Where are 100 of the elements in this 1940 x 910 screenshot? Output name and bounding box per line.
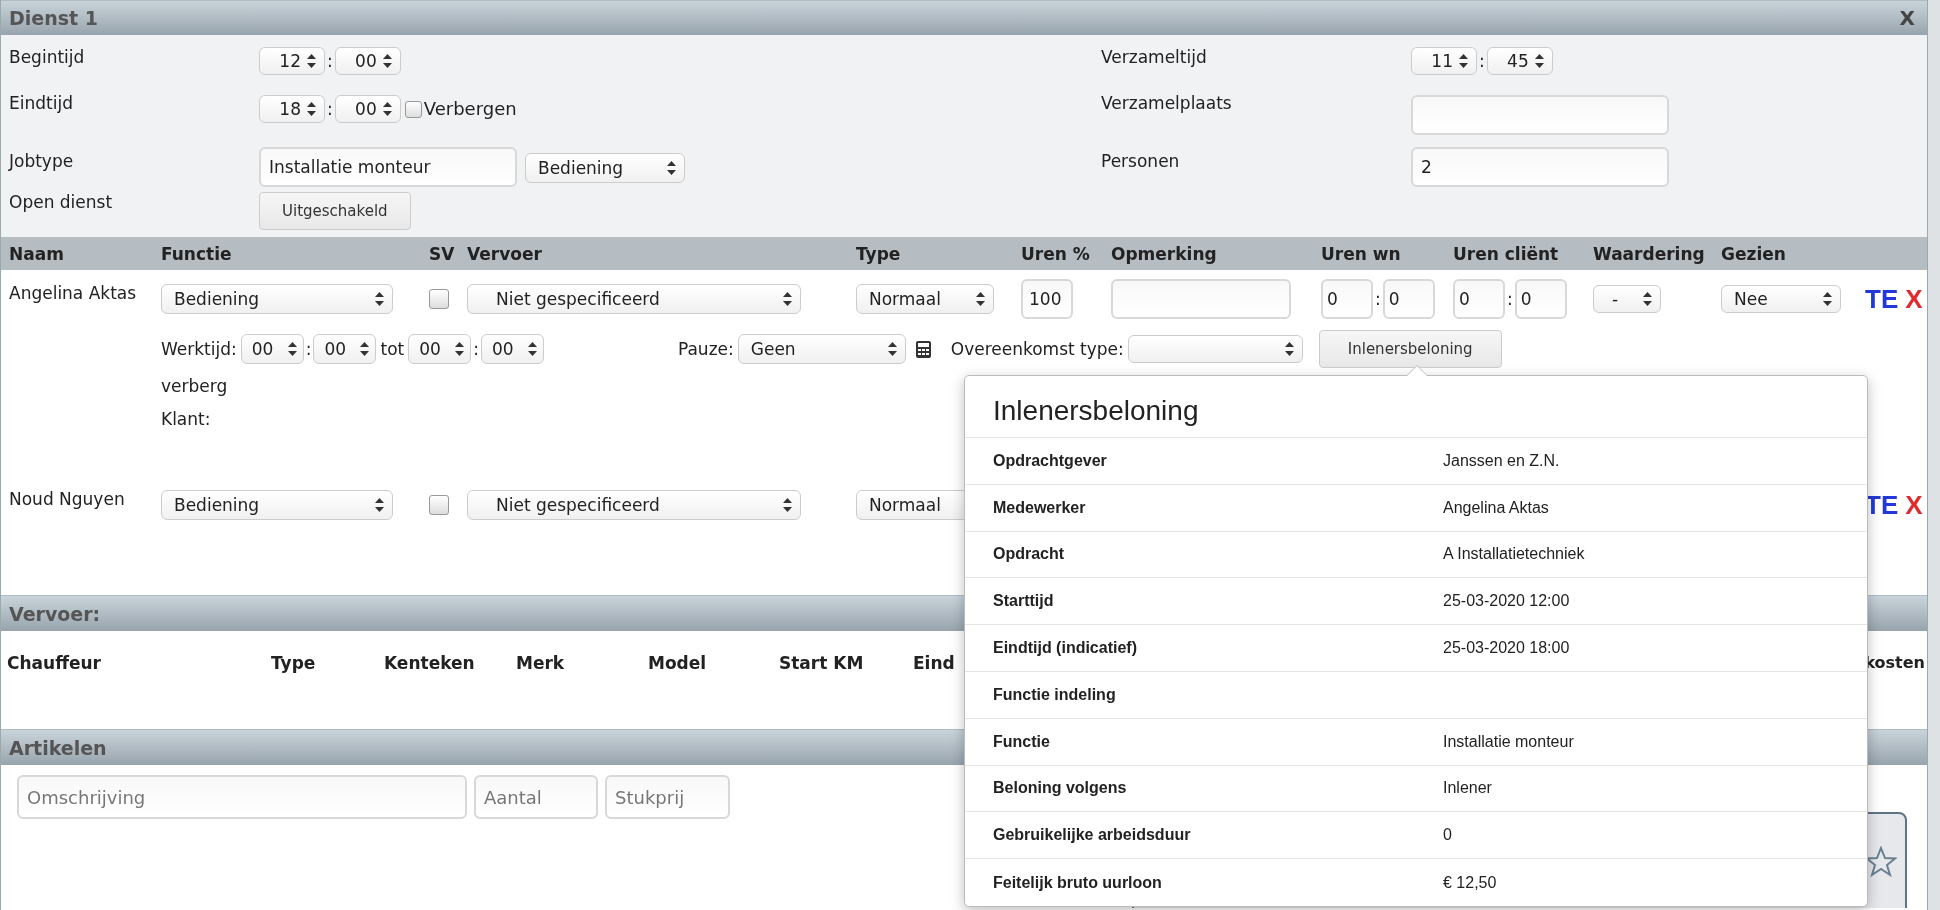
select-field[interactable]: 00 bbox=[313, 334, 377, 364]
field-label: tot bbox=[380, 339, 405, 359]
delete-button[interactable]: X bbox=[1905, 284, 1923, 314]
caret-icon bbox=[375, 498, 384, 512]
select-field[interactable]: 00 bbox=[480, 334, 544, 364]
select-field[interactable]: 00 bbox=[334, 47, 401, 75]
window-title: Dienst 1 bbox=[9, 7, 98, 29]
section-title: Artikelen bbox=[9, 736, 107, 759]
column-header: Waardering bbox=[1593, 243, 1706, 264]
checkbox[interactable] bbox=[429, 289, 449, 309]
input-field[interactable]: 0 bbox=[1514, 279, 1567, 319]
input-field[interactable]: Aantal bbox=[474, 775, 598, 819]
select-field[interactable]: Geen bbox=[737, 334, 906, 364]
delete-button[interactable]: X bbox=[1905, 490, 1923, 520]
info-value: 25-03-2020 18:00 bbox=[1443, 639, 1571, 658]
info-label: Feitelijk bruto uurloon bbox=[993, 873, 1163, 892]
input-field[interactable]: 0 bbox=[1321, 279, 1373, 319]
field-label: Jobtype bbox=[9, 150, 75, 173]
caret-icon bbox=[287, 342, 297, 356]
info-label: Beloning volgens bbox=[993, 779, 1128, 798]
agreement-button[interactable]: Inlenersbeloning bbox=[1318, 330, 1502, 368]
checkbox[interactable] bbox=[404, 101, 422, 118]
field-label: Eindtijd bbox=[9, 92, 74, 115]
toggle-button[interactable]: Uitgeschakeld bbox=[259, 192, 411, 230]
caret-icon bbox=[527, 342, 537, 356]
te-button[interactable]: TE bbox=[1865, 284, 1899, 314]
column-header: Start KM bbox=[779, 653, 865, 675]
popover-title: Inlenersbeloning bbox=[965, 376, 1867, 438]
info-label: Medewerker bbox=[993, 498, 1087, 517]
te-button[interactable]: TE bbox=[1865, 490, 1899, 520]
select-field[interactable]: 18 bbox=[259, 95, 325, 123]
input-field[interactable]: 2 bbox=[1411, 147, 1669, 187]
employee-name: Noud Nguyen bbox=[9, 488, 126, 511]
info-value: € 12,50 bbox=[1443, 873, 1498, 892]
input-field[interactable] bbox=[1111, 279, 1291, 319]
caret-icon bbox=[1823, 292, 1832, 306]
input-field[interactable]: Omschrijving bbox=[17, 775, 467, 819]
field-label: verberg bbox=[161, 375, 228, 398]
column-header: Type bbox=[856, 243, 902, 264]
caret-icon bbox=[360, 342, 370, 356]
select-field[interactable]: Bediening bbox=[525, 153, 685, 183]
column-header: Uren % bbox=[1021, 243, 1091, 264]
select-field[interactable] bbox=[1127, 335, 1303, 363]
column-header: Eind bbox=[913, 653, 955, 675]
time-separator: : bbox=[1506, 289, 1514, 309]
caret-icon bbox=[1643, 292, 1652, 306]
select-field[interactable]: 12 bbox=[259, 47, 325, 75]
field-label: Open dienst bbox=[9, 192, 114, 214]
select-field[interactable]: 11 bbox=[1411, 47, 1477, 75]
checkbox-label: Verbergen bbox=[423, 97, 517, 119]
field-label: Pauze: bbox=[677, 339, 734, 359]
column-header: Model bbox=[648, 653, 708, 675]
input-field[interactable] bbox=[1411, 95, 1669, 135]
select-field[interactable]: Nee bbox=[1721, 285, 1841, 313]
column-header: Merk bbox=[516, 653, 566, 675]
input-field[interactable]: Stukprij bbox=[605, 775, 730, 819]
time-separator: : bbox=[1374, 289, 1382, 309]
info-label: Opdracht bbox=[993, 545, 1066, 564]
select-field[interactable]: 45 bbox=[1486, 47, 1553, 75]
time-separator: : bbox=[304, 339, 313, 359]
caret-icon bbox=[375, 292, 384, 306]
column-header: Uren cliënt bbox=[1453, 243, 1560, 264]
input-field[interactable]: Installatie monteur bbox=[259, 147, 517, 187]
info-value: 0 bbox=[1443, 826, 1453, 845]
employee-name: Angelina Aktas bbox=[9, 282, 138, 305]
column-header: SV bbox=[429, 243, 456, 264]
column-header: Opmerking bbox=[1111, 243, 1218, 264]
caret-icon bbox=[1284, 342, 1294, 356]
caret-icon bbox=[1459, 54, 1468, 68]
column-header: Uren wn bbox=[1321, 243, 1402, 264]
info-value: A Installatietechniek bbox=[1443, 545, 1586, 564]
info-value: Janssen en Z.N. bbox=[1443, 451, 1561, 470]
checkbox[interactable] bbox=[429, 495, 449, 515]
field-label: Verzameltijd bbox=[1101, 46, 1208, 69]
input-field[interactable]: 0 bbox=[1453, 279, 1505, 319]
select-field[interactable]: Normaal bbox=[856, 284, 994, 314]
info-value: Installatie monteur bbox=[1443, 732, 1575, 751]
info-value: 25-03-2020 12:00 bbox=[1443, 592, 1571, 611]
field-label: Begintijd bbox=[9, 46, 86, 69]
select-field[interactable]: Niet gespecificeerd bbox=[467, 284, 801, 314]
info-label: Opdrachtgever bbox=[993, 451, 1108, 470]
caret-icon bbox=[783, 292, 792, 306]
close-button[interactable]: X bbox=[1895, 6, 1919, 30]
input-field[interactable]: 0 bbox=[1382, 279, 1435, 319]
select-field[interactable]: 00 bbox=[240, 334, 304, 364]
select-field[interactable]: Bediening bbox=[161, 490, 393, 520]
caret-icon bbox=[455, 342, 465, 356]
select-field[interactable]: 00 bbox=[408, 334, 472, 364]
time-separator: : bbox=[1478, 51, 1486, 71]
select-field[interactable]: 00 bbox=[334, 95, 401, 123]
caret-icon bbox=[887, 342, 897, 356]
input-field[interactable]: 100 bbox=[1021, 279, 1073, 319]
star-icon bbox=[1865, 846, 1897, 878]
select-field[interactable]: Bediening bbox=[161, 284, 393, 314]
time-separator: : bbox=[472, 339, 480, 359]
column-header: Chauffeur bbox=[7, 653, 102, 675]
info-label: Eindtijd (indicatief) bbox=[993, 639, 1138, 658]
select-field[interactable]: Niet gespecificeerd bbox=[467, 490, 801, 520]
caret-icon bbox=[382, 54, 392, 68]
select-field[interactable]: - bbox=[1593, 285, 1661, 313]
